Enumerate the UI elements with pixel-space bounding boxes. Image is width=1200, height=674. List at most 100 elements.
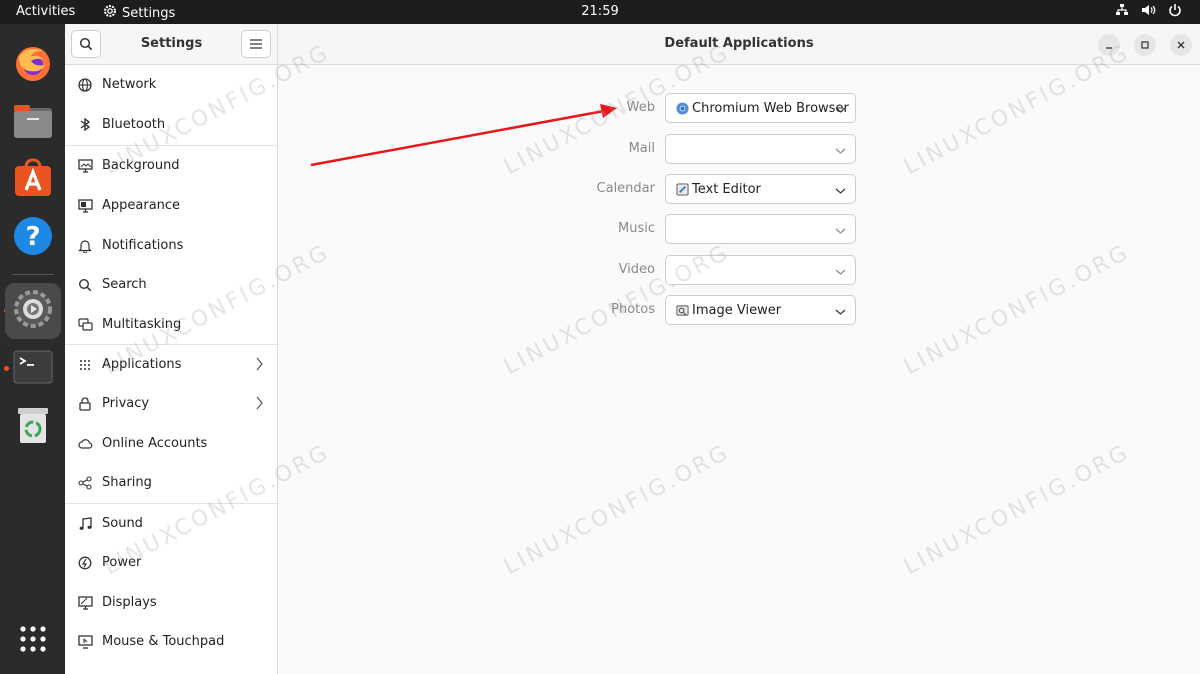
app-center-icon xyxy=(13,157,53,202)
running-indicator xyxy=(4,366,9,371)
web-app-dropdown[interactable]: Chromium Web Browser xyxy=(665,93,856,123)
default-app-row-music: Music xyxy=(278,214,1200,244)
text-editor-icon xyxy=(675,182,689,196)
sidebar-item-label: Displays xyxy=(102,595,157,610)
gear-icon xyxy=(103,4,117,22)
chevron-down-icon xyxy=(835,184,846,199)
sidebar-item-applications[interactable]: Applications xyxy=(65,345,277,384)
hamburger-icon xyxy=(250,39,262,49)
dropdown-value: Chromium Web Browser xyxy=(692,100,849,116)
sidebar-item-label: Sharing xyxy=(102,475,152,490)
sidebar-item-label: Multitasking xyxy=(102,317,182,332)
dock-settings[interactable] xyxy=(5,283,61,339)
music-app-dropdown[interactable] xyxy=(665,214,856,244)
svg-text:?: ? xyxy=(25,222,40,252)
clock[interactable]: 21:59 xyxy=(581,4,618,19)
sidebar-item-privacy[interactable]: Privacy xyxy=(65,384,277,423)
sidebar-item-multitasking[interactable]: Multitasking xyxy=(65,305,277,344)
close-button[interactable] xyxy=(1170,34,1192,56)
sidebar-item-mouse-touchpad[interactable]: Mouse & Touchpad xyxy=(65,622,277,661)
chevron-down-icon xyxy=(835,224,846,239)
calendar-app-dropdown[interactable]: Text Editor xyxy=(665,174,856,204)
chevron-down-icon xyxy=(835,144,846,159)
top-bar: Activities Settings 21:59 xyxy=(0,0,1200,24)
network-icon xyxy=(1115,3,1129,21)
video-app-dropdown[interactable] xyxy=(665,255,856,285)
row-label: Video xyxy=(618,262,655,277)
bluetooth-icon xyxy=(77,117,93,133)
dock-app-center[interactable] xyxy=(10,157,55,202)
main-menu-button[interactable] xyxy=(241,30,271,58)
maximize-icon xyxy=(1141,41,1149,49)
dock-terminal[interactable] xyxy=(10,346,55,391)
default-app-row-photos: Photos Image Viewer xyxy=(278,295,1200,325)
sidebar-item-label: Online Accounts xyxy=(102,436,208,451)
trash-icon xyxy=(13,405,53,449)
default-app-row-calendar: Calendar Text Editor xyxy=(278,174,1200,204)
system-status-area[interactable] xyxy=(1115,3,1182,21)
power-icon xyxy=(1168,3,1182,21)
dropdown-value: Image Viewer xyxy=(692,302,782,318)
cloud-icon xyxy=(77,436,93,452)
terminal-icon xyxy=(13,347,53,391)
grid-icon xyxy=(77,357,93,373)
sidebar-item-appearance[interactable]: Appearance xyxy=(65,186,277,225)
sidebar-item-displays[interactable]: Displays xyxy=(65,583,277,622)
chevron-right-icon xyxy=(255,396,263,414)
minimize-icon xyxy=(1106,47,1112,49)
show-apps-icon xyxy=(18,624,48,658)
sidebar-item-network[interactable]: Network xyxy=(65,65,277,104)
dock: ? xyxy=(0,24,65,674)
page-title: Default Applications xyxy=(664,36,814,51)
sidebar-item-label: Sound xyxy=(102,516,143,531)
app-menu[interactable]: Settings xyxy=(103,4,175,22)
close-icon xyxy=(1177,41,1185,49)
minimize-button[interactable] xyxy=(1098,34,1120,56)
main-header: Default Applications xyxy=(278,24,1200,65)
row-label: Music xyxy=(618,221,655,236)
chromium-icon xyxy=(675,101,689,115)
files-icon xyxy=(13,101,53,145)
default-app-row-web: Web Chromium Web Browser xyxy=(278,93,1200,123)
network-icon xyxy=(77,77,93,93)
settings-sidebar: Settings Network Bluetooth Background Ap… xyxy=(65,24,278,674)
dock-firefox[interactable] xyxy=(10,42,55,87)
sidebar-item-online-accounts[interactable]: Online Accounts xyxy=(65,424,277,463)
sidebar-item-background[interactable]: Background xyxy=(65,146,277,185)
dock-files[interactable] xyxy=(10,100,55,145)
lock-icon xyxy=(77,396,93,412)
dock-show-apps[interactable] xyxy=(10,618,55,663)
sidebar-item-label: Background xyxy=(102,158,180,173)
bell-icon xyxy=(77,238,93,254)
sidebar-item-sound[interactable]: Sound xyxy=(65,504,277,543)
sidebar-item-label: Bluetooth xyxy=(102,117,166,132)
settings-icon xyxy=(13,289,53,333)
search-icon xyxy=(77,277,93,293)
activities-button[interactable]: Activities xyxy=(16,4,75,19)
sidebar-item-bluetooth[interactable]: Bluetooth xyxy=(65,105,277,144)
photos-app-dropdown[interactable]: Image Viewer xyxy=(665,295,856,325)
sidebar-item-label: Search xyxy=(102,277,147,292)
main-panel: Default Applications Web Chromium Web Br… xyxy=(278,24,1200,674)
sidebar-item-search[interactable]: Search xyxy=(65,265,277,304)
row-label: Mail xyxy=(628,141,655,156)
dock-help[interactable]: ? xyxy=(10,215,55,260)
sidebar-item-label: Power xyxy=(102,555,142,570)
sidebar-item-power[interactable]: Power xyxy=(65,543,277,582)
dropdown-value: Text Editor xyxy=(692,181,761,197)
sidebar-item-sharing[interactable]: Sharing xyxy=(65,463,277,502)
default-app-row-video: Video xyxy=(278,255,1200,285)
maximize-button[interactable] xyxy=(1134,34,1156,56)
mail-app-dropdown[interactable] xyxy=(665,134,856,164)
multitasking-icon xyxy=(77,317,93,333)
sidebar-item-label: Network xyxy=(102,77,157,92)
dock-trash[interactable] xyxy=(10,404,55,449)
sidebar-header: Settings xyxy=(65,24,277,65)
row-label: Web xyxy=(626,100,655,115)
music-note-icon xyxy=(77,516,93,532)
row-label: Calendar xyxy=(596,181,655,196)
sidebar-item-notifications[interactable]: Notifications xyxy=(65,226,277,265)
volume-icon xyxy=(1141,3,1156,21)
app-menu-label: Settings xyxy=(122,5,176,21)
image-viewer-icon xyxy=(675,303,689,317)
